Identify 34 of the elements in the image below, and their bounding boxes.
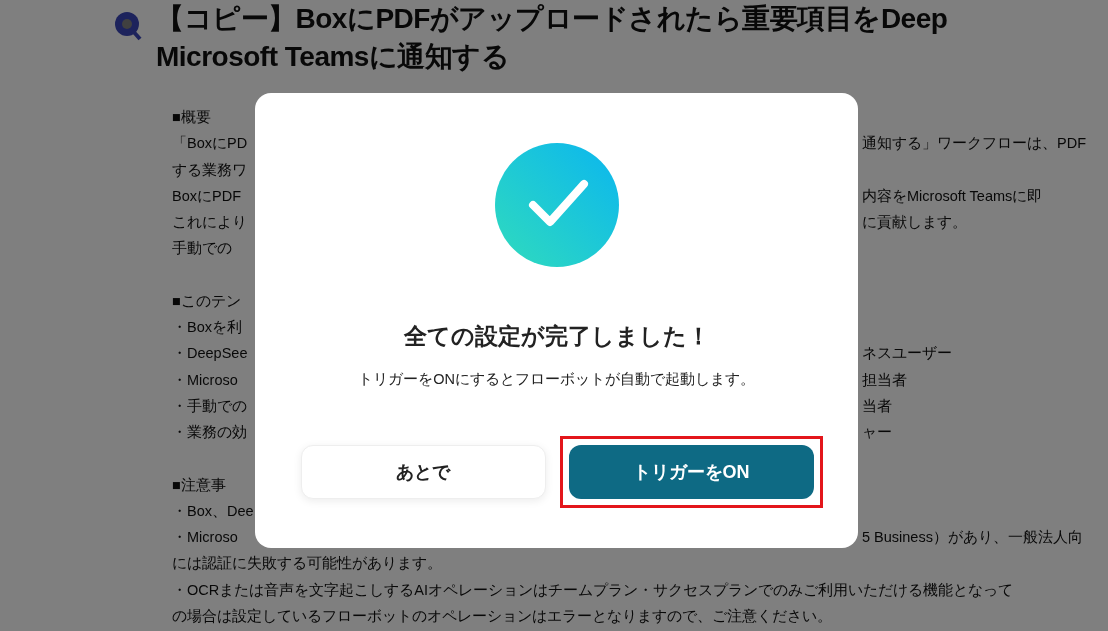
- body-text: 内容をMicrosoft Teamsに即: [862, 186, 1043, 206]
- body-text: ■注意事: [172, 475, 226, 495]
- body-text: ・Microso: [172, 528, 238, 548]
- check-circle-icon: [494, 143, 619, 267]
- body-text: 担当者: [862, 370, 907, 390]
- body-text: する業務ワ: [172, 160, 247, 180]
- body-text: の場合は設定しているフローボットのオペレーションはエラーとなりますので、ご注意ください。: [172, 607, 832, 627]
- dialog-message: トリガーをONにするとフローボットが自動で起動します。: [358, 370, 755, 389]
- body-text: ・Microso: [172, 370, 238, 390]
- body-text: に貢献します。: [862, 213, 967, 233]
- page-title: Microsoft Teamsに通知する: [156, 40, 511, 74]
- page-title: 【コピー】BoxにPDFがアップロードされたら重要項目をDeep: [156, 2, 948, 36]
- body-text: には認証に失敗する可能性があります。: [172, 554, 442, 574]
- body-text: ャー: [862, 423, 892, 443]
- body-text: ネスユーザー: [862, 344, 952, 364]
- logo-icon: [112, 12, 142, 42]
- body-text: ・Boxを利: [172, 318, 242, 338]
- body-text: 当者: [862, 396, 892, 416]
- body-text: ・Box、Dee: [172, 501, 254, 521]
- body-text: 5 Business）があり、一般法人向: [862, 528, 1083, 548]
- dialog-title: 全ての設定が完了しました！: [403, 322, 710, 351]
- body-text: ■このテン: [172, 291, 241, 311]
- trigger-on-button[interactable]: トリガーをON: [568, 445, 814, 499]
- body-text: ■概要: [172, 108, 211, 127]
- body-text: 通知する」ワークフローは、PDF: [862, 134, 1086, 154]
- body-text: 手動での: [172, 239, 232, 259]
- body-text: ・業務の効: [172, 423, 247, 443]
- body-text: ・OCRまたは音声を文字起こしするAIオペレーションはチームプラン・サクセスプランでのみご利用いただける機能となって: [172, 580, 1013, 600]
- body-text: ・DeepSee: [172, 344, 248, 364]
- body-text: ・手動での: [172, 396, 247, 416]
- body-text: BoxにPDF: [172, 186, 241, 206]
- body-text: これにより: [172, 213, 247, 233]
- body-text: 「BoxにPD: [172, 134, 248, 154]
- later-button[interactable]: あとで: [300, 445, 546, 499]
